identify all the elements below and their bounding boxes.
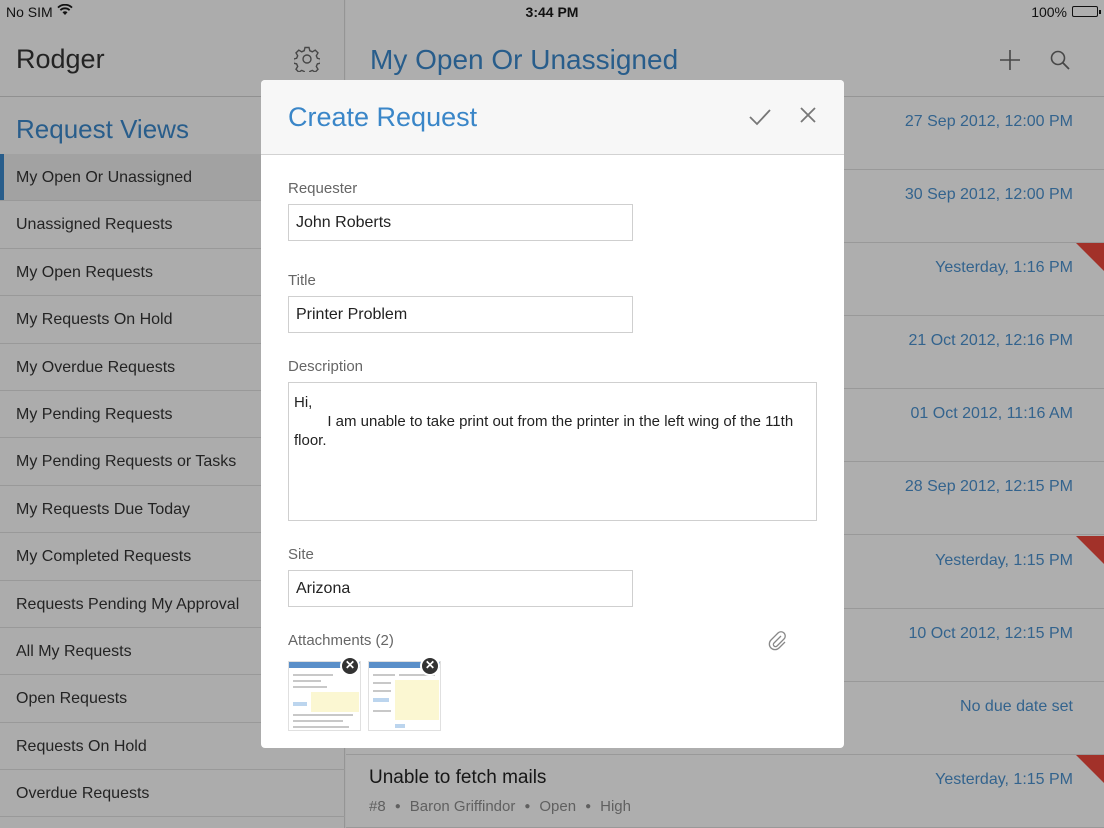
status-bar: No SIM 3:44 PM 100% xyxy=(0,0,1104,22)
dialog-title: Create Request xyxy=(288,102,478,132)
description-label: Description xyxy=(288,358,364,375)
title-label: Title xyxy=(288,272,316,289)
create-request-dialog: Create Request Requester John Roberts Ti… xyxy=(261,80,844,748)
attachments-label: Attachments (2) xyxy=(288,632,394,649)
title-field[interactable]: Printer Problem xyxy=(288,296,633,333)
remove-attachment-button[interactable]: ✕ xyxy=(420,656,440,676)
remove-attachment-button[interactable]: ✕ xyxy=(340,656,360,676)
paperclip-icon[interactable] xyxy=(766,630,788,652)
battery-percent: 100% xyxy=(1031,4,1067,20)
check-icon[interactable] xyxy=(747,104,773,130)
close-icon[interactable] xyxy=(797,104,819,126)
battery-icon xyxy=(1072,6,1101,17)
dialog-header: Create Request xyxy=(261,80,844,155)
site-label: Site xyxy=(288,546,314,563)
description-field[interactable]: Hi, I am unable to take print out from t… xyxy=(288,382,817,521)
clock: 3:44 PM xyxy=(525,4,579,20)
requester-field[interactable]: John Roberts xyxy=(288,204,633,241)
site-field[interactable]: Arizona xyxy=(288,570,633,607)
requester-label: Requester xyxy=(288,180,358,197)
